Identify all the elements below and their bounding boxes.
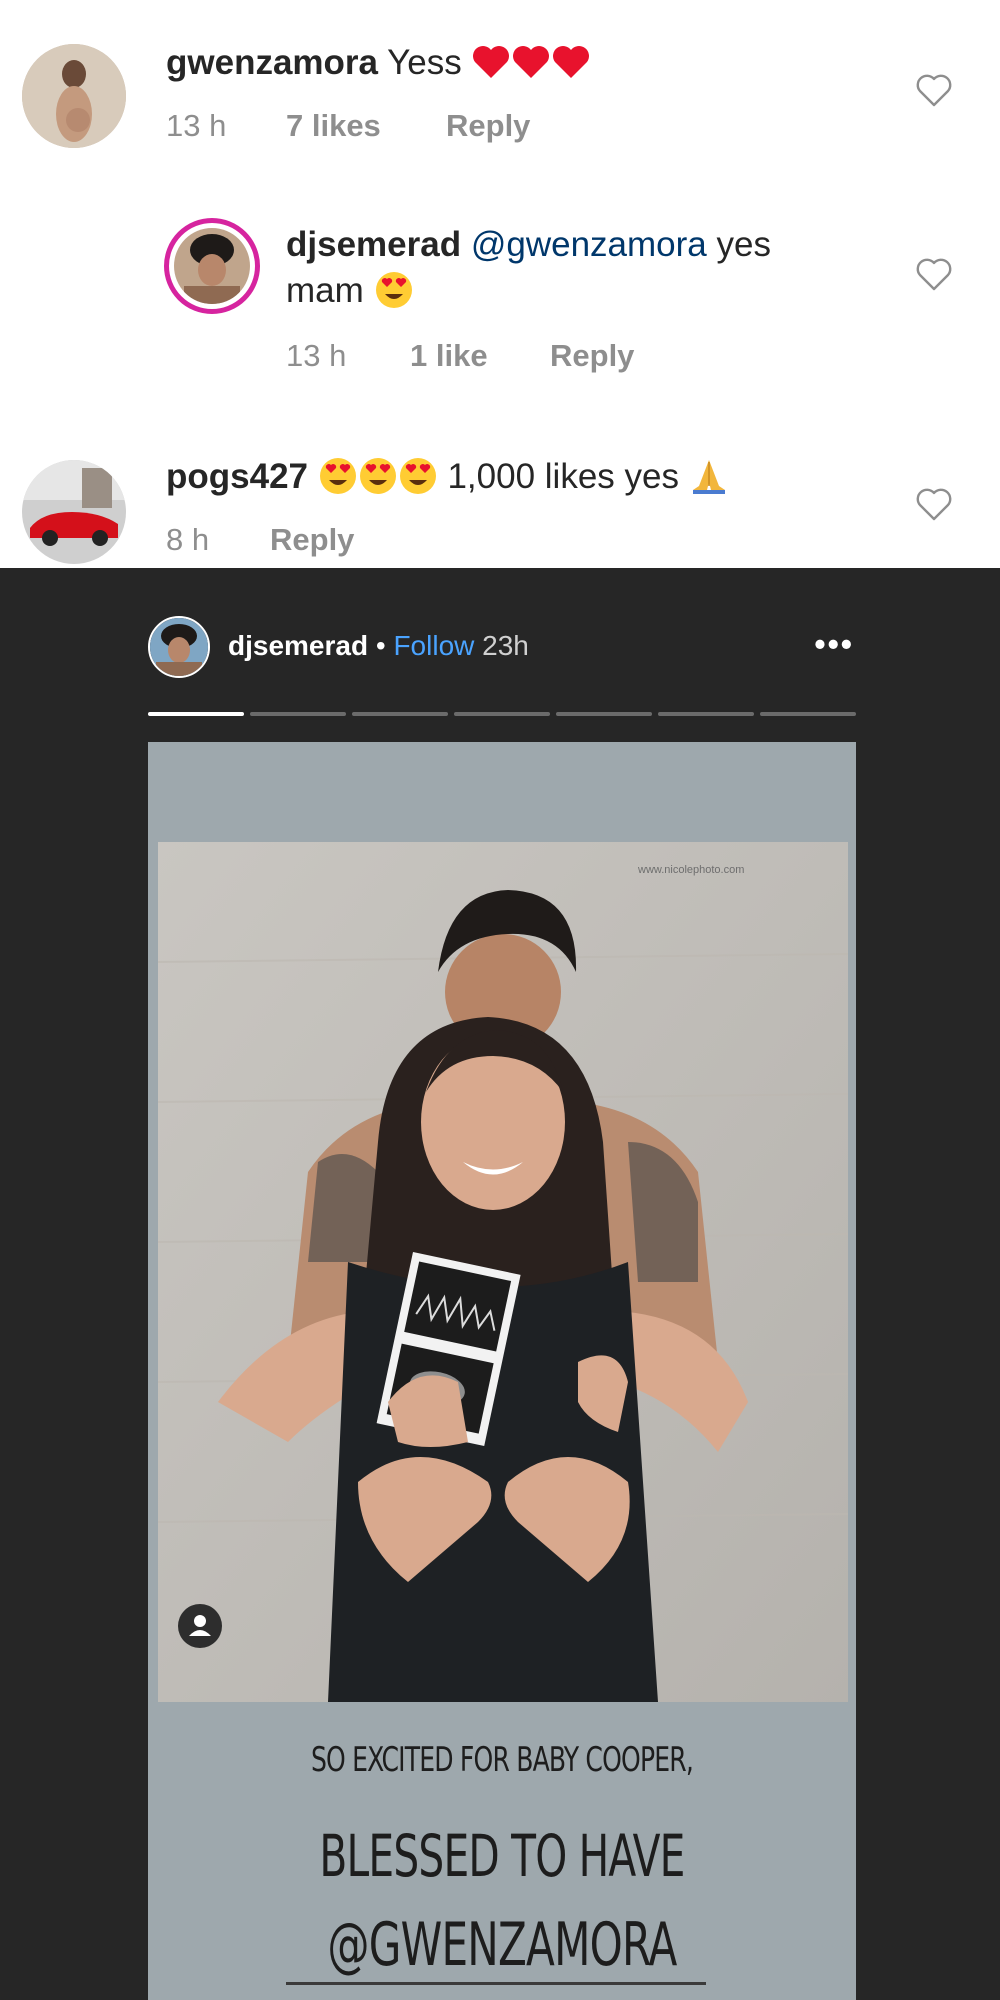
heart-outline-icon[interactable]	[916, 258, 952, 292]
comments-panel: gwenzamora Yess 13 h 7 likes Reply djsem…	[0, 0, 1000, 568]
story-header: djsemerad • Follow 23h •••	[148, 616, 852, 686]
story-photo: www.nicolephoto.com	[158, 842, 848, 1702]
comment-mention[interactable]: @gwenzamora	[471, 225, 707, 264]
comment-likes[interactable]: 7 likes	[286, 108, 446, 144]
couple-photo	[158, 842, 848, 1702]
comment-text: yes	[716, 225, 771, 264]
comment-username[interactable]: pogs427	[166, 457, 308, 496]
red-heart-emoji-icon	[553, 46, 590, 78]
story-progress	[148, 712, 856, 716]
comment-body: djsemerad @gwenzamora yes mam	[286, 222, 886, 314]
caption-underline	[286, 1982, 706, 1985]
profile-icon[interactable]	[178, 1604, 222, 1648]
comment-body: pogs427 1,000 likes yes	[166, 454, 729, 500]
comment-likes[interactable]: 1 like	[410, 338, 550, 374]
comment-username[interactable]: gwenzamora	[166, 43, 378, 82]
story-card: www.nicolephoto.com SO EXCITED FOR BABY …	[148, 742, 856, 2000]
comment-text: Yess	[387, 43, 462, 82]
comment-username[interactable]: djsemerad	[286, 225, 461, 264]
progress-segment	[352, 712, 448, 716]
progress-segment	[148, 712, 244, 716]
progress-segment	[556, 712, 652, 716]
progress-segment	[760, 712, 856, 716]
reply-button[interactable]: Reply	[550, 338, 634, 374]
folded-hands-emoji-icon	[692, 460, 725, 494]
comment-text-continued: mam	[286, 271, 364, 310]
follow-button[interactable]: Follow	[393, 630, 474, 661]
separator-dot: •	[375, 630, 386, 661]
comment-time: 13 h	[286, 338, 347, 373]
story-time: 23h	[482, 630, 529, 661]
comment-text: 1,000 likes yes	[447, 457, 679, 496]
heart-outline-icon[interactable]	[916, 74, 952, 108]
heart-outline-icon[interactable]	[916, 488, 952, 522]
progress-segment	[454, 712, 550, 716]
story-avatar[interactable]	[148, 616, 210, 678]
heart-eyes-emoji-icon	[399, 458, 436, 494]
heart-eyes-emoji-icon	[375, 272, 412, 308]
progress-segment	[250, 712, 346, 716]
watermark: www.nicolephoto.com	[638, 864, 745, 876]
reply-button[interactable]: Reply	[270, 522, 354, 558]
comment-pogs427: pogs427 1,000 likes yes 8 h Reply	[0, 430, 1000, 568]
more-dots-icon[interactable]: •••	[814, 626, 854, 663]
heart-eyes-emoji-icon	[319, 458, 356, 494]
comment-gwenzamora: gwenzamora Yess 13 h 7 likes Reply	[0, 0, 1000, 160]
caption-mention[interactable]: @GWENZAMORA	[226, 1910, 778, 1980]
progress-segment	[658, 712, 754, 716]
comment-body: gwenzamora Yess	[166, 40, 591, 86]
red-heart-emoji-icon	[473, 46, 510, 78]
story-username[interactable]: djsemerad	[228, 630, 368, 661]
person-icon	[189, 1615, 211, 1636]
comment-meta: 13 h 7 likes Reply	[166, 108, 530, 144]
comment-djsemerad: djsemerad @gwenzamora yes mam 13 h 1 lik…	[0, 200, 1000, 390]
caption-line: BLESSED TO HAVE	[319, 1822, 685, 1890]
comment-meta: 8 h Reply	[166, 522, 354, 558]
comment-time: 13 h	[166, 108, 227, 143]
story-screenshot: djsemerad • Follow 23h ••• www.nicolepho…	[0, 568, 1000, 2000]
avatar[interactable]	[22, 460, 126, 564]
avatar[interactable]	[22, 44, 126, 148]
avatar[interactable]	[164, 218, 260, 314]
avatar-photo	[150, 618, 208, 676]
caption-line: SO EXCITED FOR BABY COOPER,	[310, 1740, 694, 1780]
comment-time: 8 h	[166, 522, 210, 557]
heart-eyes-emoji-icon	[359, 458, 396, 494]
story-meta: djsemerad • Follow 23h	[228, 630, 529, 662]
red-heart-emoji-icon	[513, 46, 550, 78]
comment-meta: 13 h 1 like Reply	[286, 338, 634, 374]
avatar-photo	[22, 44, 126, 148]
avatar-photo	[174, 228, 250, 304]
reply-button[interactable]: Reply	[446, 108, 530, 144]
avatar-photo	[22, 460, 126, 564]
